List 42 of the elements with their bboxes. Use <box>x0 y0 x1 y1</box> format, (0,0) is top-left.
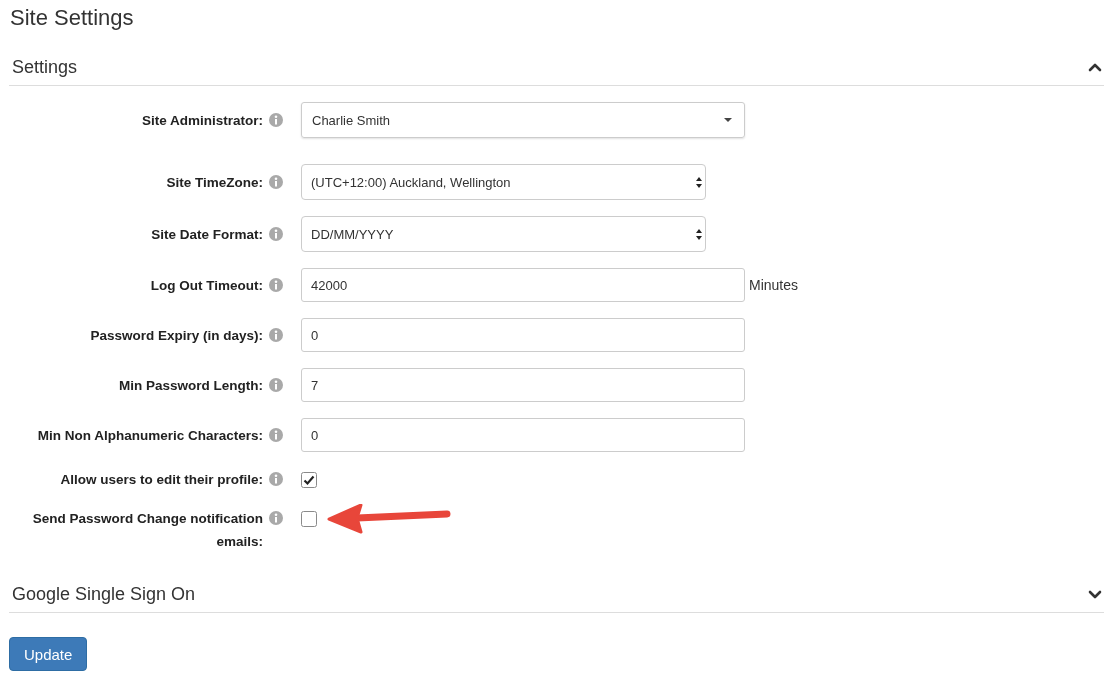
info-icon[interactable] <box>269 428 283 442</box>
field-label: Min Password Length: <box>118 376 263 395</box>
input-field[interactable]: 7 <box>301 368 745 402</box>
caret-icon <box>724 118 732 122</box>
field-label: Site TimeZone: <box>165 173 263 192</box>
input-field[interactable]: 42000 <box>301 268 745 302</box>
select-field[interactable]: (UTC+12:00) Auckland, Wellington <box>301 164 706 200</box>
field-label: Allow users to edit their profile: <box>59 471 263 489</box>
section-title: Google Single Sign On <box>12 583 196 606</box>
field-value: (UTC+12:00) Auckland, Wellington <box>311 174 511 190</box>
checkbox[interactable] <box>301 472 317 488</box>
field-label: Send Password Change notification emails: <box>31 510 263 551</box>
checkbox[interactable] <box>301 511 317 527</box>
info-icon[interactable] <box>269 511 283 525</box>
chevron-up-icon[interactable] <box>1088 61 1102 74</box>
unit-label: Minutes <box>749 277 799 293</box>
info-icon[interactable] <box>269 472 283 486</box>
info-icon[interactable] <box>269 278 283 292</box>
info-icon[interactable] <box>269 328 283 342</box>
info-icon[interactable] <box>269 113 283 127</box>
select-field[interactable]: DD/MM/YYYY <box>301 216 706 252</box>
update-button[interactable]: Update <box>9 637 88 671</box>
section-header[interactable]: Settings <box>9 32 1104 86</box>
input-field[interactable]: 0 <box>301 418 745 452</box>
field-label: Site Date Format: <box>150 225 263 244</box>
input-field[interactable]: 0 <box>301 318 745 352</box>
page-title: Site Settings <box>10 4 135 32</box>
up-down-arrows-icon <box>696 176 702 188</box>
field-label: Site Administrator: <box>141 111 263 130</box>
info-icon[interactable] <box>269 227 283 241</box>
field-value: Charlie Smith <box>312 112 391 128</box>
section-title: Settings <box>12 56 78 79</box>
up-down-arrows-icon <box>696 228 702 240</box>
field-label: Password Expiry (in days): <box>89 326 263 345</box>
chevron-down-icon[interactable] <box>1088 588 1102 601</box>
section-header[interactable]: Google Single Sign On <box>9 559 1104 613</box>
field-label: Min Non Alphanumeric Characters: <box>36 426 263 445</box>
info-icon[interactable] <box>269 378 283 392</box>
field-label: Log Out Timeout: <box>149 276 263 295</box>
field-value: DD/MM/YYYY <box>311 226 394 242</box>
info-icon[interactable] <box>269 175 283 189</box>
dropdown-field[interactable]: Charlie Smith <box>301 102 745 138</box>
